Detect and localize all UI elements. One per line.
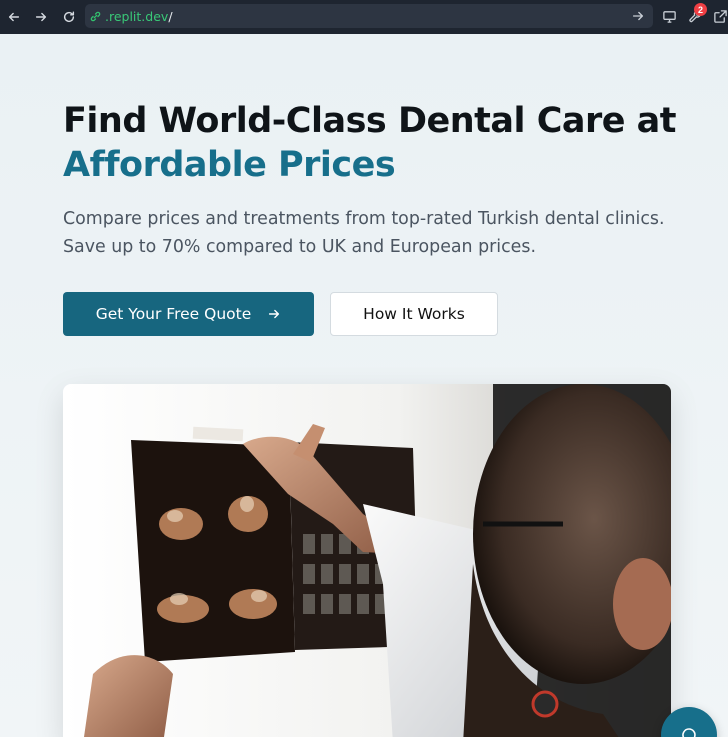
url-text: .replit.dev/ [105, 9, 173, 24]
arrow-left-icon [8, 12, 20, 22]
notification-badge: 2 [694, 3, 707, 16]
get-free-quote-button[interactable]: Get Your Free Quote [63, 292, 314, 336]
dentist-examining-xray-illustration [63, 384, 671, 737]
browser-toolbar: .replit.dev/ 2 [0, 0, 728, 34]
how-it-works-button[interactable]: How It Works [330, 292, 498, 336]
chat-icon [682, 728, 696, 737]
open-new-tab-button[interactable] [711, 6, 728, 26]
reload-button[interactable] [56, 4, 82, 30]
arrow-right-icon [269, 309, 280, 319]
monitor-icon [662, 10, 676, 23]
address-bar[interactable]: .replit.dev/ [85, 4, 653, 28]
go-arrow-icon[interactable] [631, 9, 645, 23]
external-link-icon [713, 9, 727, 23]
link-icon [89, 9, 103, 23]
landing-page: Find World-Class Dental Care at Affordab… [0, 34, 728, 737]
reload-icon [63, 11, 75, 23]
hero-title: Find World-Class Dental Care at Affordab… [63, 99, 703, 187]
arrow-right-icon [35, 12, 47, 22]
hero-title-line1: Find World-Class Dental Care at [63, 101, 677, 141]
url-host: .replit.dev [105, 8, 169, 24]
hero-title-accent: Affordable Prices [63, 145, 396, 185]
hero-subtitle: Compare prices and treatments from top-r… [63, 209, 665, 257]
hero-image-dentist-xray [63, 384, 671, 737]
devices-button[interactable] [660, 6, 678, 26]
how-it-works-label: How It Works [363, 305, 465, 323]
back-button[interactable] [1, 4, 27, 30]
get-free-quote-label: Get Your Free Quote [95, 305, 252, 323]
url-path: / [168, 8, 173, 24]
forward-button[interactable] [28, 4, 54, 30]
